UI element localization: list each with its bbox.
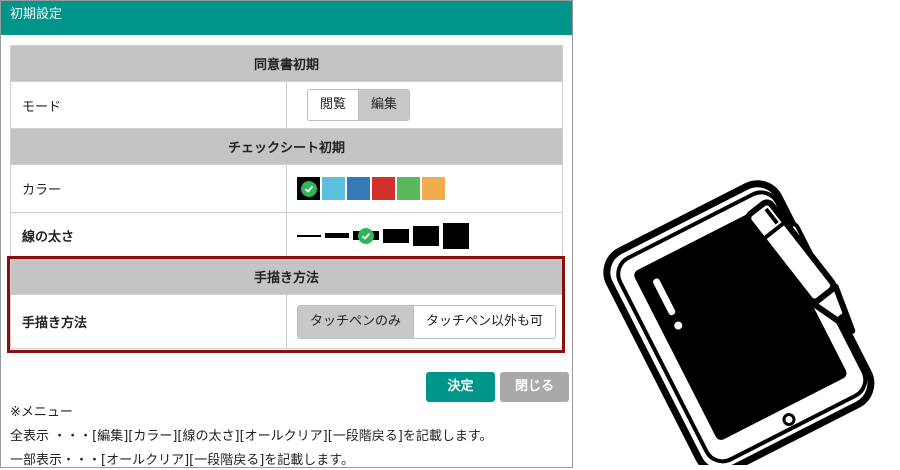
mode-segmented-control: 閲覧 編集	[307, 89, 411, 121]
line-width-1[interactable]	[297, 234, 321, 237]
line-width-3[interactable]	[353, 227, 379, 244]
line-width-group	[287, 222, 562, 249]
handwriting-label: 手描き方法	[10, 294, 287, 349]
handwriting-option-pen-only[interactable]: タッチペンのみ	[298, 305, 414, 338]
section-header-handwriting: 手描き方法	[10, 258, 563, 295]
color-swatch-orange[interactable]	[422, 177, 445, 200]
section-header-checksheet: チェックシート初期	[10, 128, 563, 165]
line-width-5[interactable]	[413, 225, 439, 246]
line-width-label: 線の太さ	[10, 212, 287, 259]
handwriting-option-any[interactable]: タッチペン以外も可	[413, 305, 556, 338]
mode-option-edit[interactable]: 編集	[358, 90, 410, 120]
check-icon	[358, 227, 374, 244]
line-width-cell	[286, 212, 563, 259]
color-swatch-blue[interactable]	[347, 177, 370, 200]
mode-cell: 閲覧 編集	[286, 81, 563, 129]
color-swatch-red[interactable]	[372, 177, 395, 200]
section-header-agreement: 同意書初期	[10, 45, 563, 82]
ok-button[interactable]: 決定	[426, 372, 495, 402]
line-width-6[interactable]	[443, 222, 469, 249]
tablet-pen-icon	[600, 180, 895, 470]
color-label: カラー	[10, 164, 287, 213]
menu-note-header: ※メニュー	[10, 405, 73, 420]
color-cell	[286, 164, 563, 213]
dialog-title: 初期設定	[1, 1, 572, 35]
menu-note-partial: 一部表示・・・[オールクリア][一段階戻る]を記載します。	[10, 453, 354, 468]
settings-dialog: 初期設定 同意書初期 モード 閲覧 編集 チェックシート初期 カラー 線の太さ …	[0, 0, 573, 468]
color-swatch-group	[287, 177, 562, 200]
settings-table: 同意書初期 モード 閲覧 編集 チェックシート初期 カラー 線の太さ 手描き方法…	[10, 45, 563, 349]
color-swatch-black[interactable]	[297, 177, 320, 200]
color-swatch-green[interactable]	[397, 177, 420, 200]
line-width-4[interactable]	[383, 228, 409, 243]
handwriting-cell: タッチペンのみ タッチペン以外も可	[286, 294, 563, 349]
mode-option-view[interactable]: 閲覧	[308, 90, 359, 120]
color-swatch-light-blue[interactable]	[322, 177, 345, 200]
handwriting-segmented-control: タッチペンのみ タッチペン以外も可	[297, 304, 557, 339]
close-button[interactable]: 閉じる	[500, 372, 569, 402]
mode-label: モード	[10, 81, 287, 129]
line-width-2[interactable]	[325, 233, 349, 238]
check-icon	[300, 180, 317, 197]
menu-note-full: 全表示 ・・・[編集][カラー][線の太さ][オールクリア][一段階戻る]を記載…	[10, 429, 493, 444]
